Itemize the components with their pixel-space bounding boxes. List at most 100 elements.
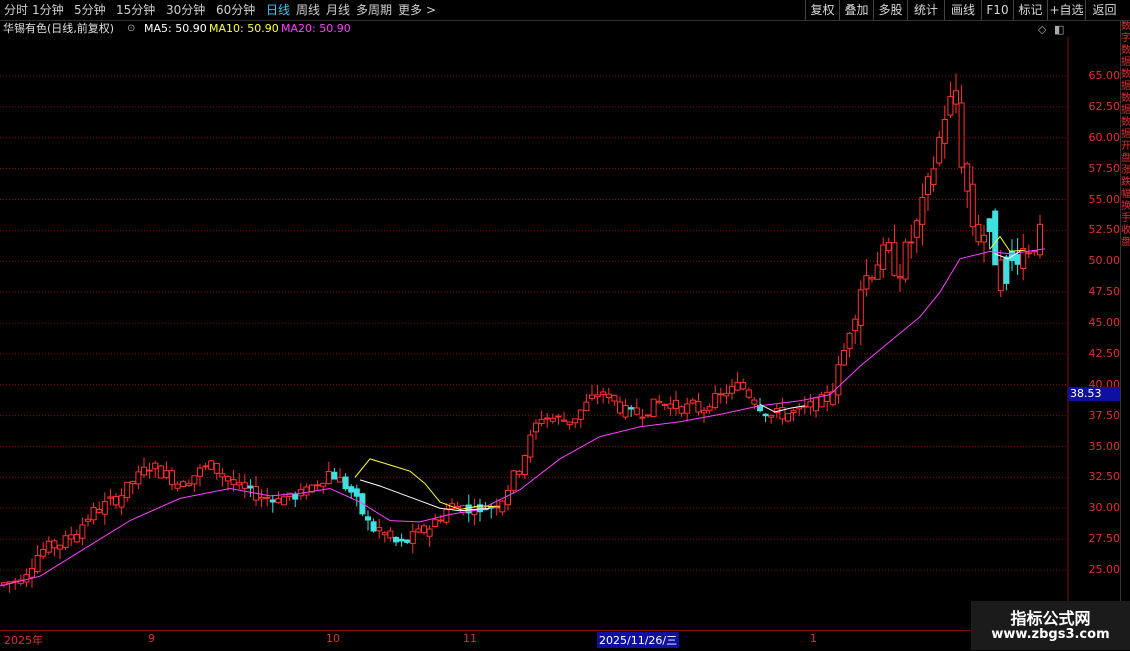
side-panel-char: 跌 [1121,177,1130,188]
candle-body [678,406,685,414]
candle-body [790,410,797,414]
candle-body [975,224,982,243]
period-tab-30min[interactable]: 30分钟 [166,1,205,19]
side-panel-char: 手 [1121,213,1130,224]
ma20-value: MA20: 50.90 [281,22,351,35]
period-tab-15min[interactable]: 15分钟 [116,1,155,19]
candlestick-chart[interactable] [0,37,1070,630]
candle [813,396,819,418]
candle-body [897,276,903,279]
candle [622,398,629,420]
candle-body [958,102,965,168]
side-panel-char: 收 [1121,225,1130,236]
candle [219,467,226,487]
side-panel-char: 开 [1121,141,1130,152]
candle-body [913,220,920,238]
candle [129,480,136,495]
candle [331,467,338,480]
price-tick-label: 52.50 [1088,223,1121,237]
candle-body [807,401,814,408]
candle-body [213,462,220,474]
period-tab-fenshi[interactable]: 分时 [4,1,28,19]
candle-body [505,490,511,506]
button-fuquan[interactable]: 复权 [805,0,839,20]
button-mark[interactable]: 标记 [1013,0,1047,20]
candle-body [947,96,954,116]
candle [729,378,735,400]
diamond-icon[interactable]: ◇ [1038,23,1046,36]
candle [538,410,545,427]
candle-body [68,534,75,540]
candle-body [404,539,411,543]
candle [236,473,243,490]
watermark-url: www.zbgs3.com [991,627,1110,642]
candle-body [337,476,343,483]
period-tab-5min[interactable]: 5分钟 [74,1,106,19]
candle [275,491,282,505]
candle [510,469,517,495]
button-draw-line[interactable]: 画线 [944,0,981,20]
candle [426,525,433,547]
candle-body [785,413,791,422]
period-tab-1min[interactable]: 1分钟 [32,1,64,19]
candle-body [622,405,629,418]
candle [785,412,791,423]
candle [12,577,19,590]
candle [863,259,870,297]
candle [1003,254,1010,291]
candle-body [908,241,915,244]
candle [975,214,982,246]
candle [790,408,797,422]
candle-body [1003,256,1010,284]
candle [600,387,607,404]
candle [264,487,271,507]
candle-body [577,409,584,420]
candle-body [880,244,887,270]
candle [499,499,506,516]
candle-body [600,391,607,396]
period-tab-monthly[interactable]: 月线 [326,1,350,19]
candle [342,473,349,492]
period-tab-weekly[interactable]: 周线 [296,1,320,19]
button-f10[interactable]: F10 [981,0,1013,20]
button-add-watchlist[interactable]: +自选 [1047,0,1085,20]
candle-body [729,385,735,394]
candle-body [734,381,741,391]
panel-toggle-icon[interactable]: ◧ [1054,23,1064,36]
candle [152,460,159,478]
candle [107,488,114,506]
price-tick-label: 57.50 [1088,161,1121,175]
candle-body [583,401,590,412]
button-multi-stock[interactable]: 多股 [873,0,907,20]
candle [913,218,920,254]
side-panel-char: 据 [1121,105,1130,116]
button-overlay[interactable]: 叠加 [839,0,873,20]
candle-body [684,403,691,414]
candle [561,411,567,422]
ma5-value: MA5: 50.90 [144,22,207,35]
button-back[interactable]: 返回 [1085,0,1123,20]
candle-body [113,495,119,506]
candle-body [264,496,271,499]
candle-body [723,392,730,397]
candle-body [174,483,181,489]
chevron-down-icon[interactable]: ⊙ [127,21,135,37]
chevron-right-icon[interactable]: > [426,1,436,19]
candle [163,461,170,480]
period-tab-more[interactable]: 更多 [398,1,422,19]
candle [247,479,254,498]
candle-body [925,176,931,196]
button-statistics[interactable]: 统计 [907,0,944,20]
candle-body [846,332,853,350]
period-tab-multi[interactable]: 多周期 [356,1,392,19]
candle-body [426,528,433,537]
candle-body [275,498,282,503]
candle-body [73,533,80,543]
site-watermark: 指标公式网 www.zbgs3.com [971,601,1130,650]
candle [891,224,898,277]
candle [695,392,702,416]
period-tab-60min[interactable]: 60分钟 [216,1,255,19]
candle [1020,233,1027,281]
period-tab-daily[interactable]: 日线 [266,1,290,19]
candle-body [432,519,439,527]
